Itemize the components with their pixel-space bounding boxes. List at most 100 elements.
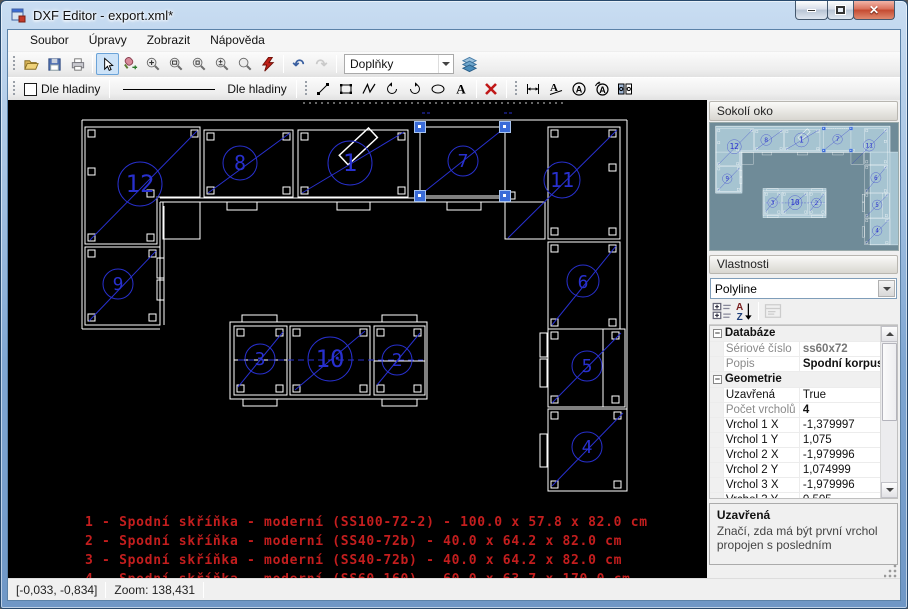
property-value[interactable]: 0,505 [800, 494, 880, 500]
property-value[interactable]: ss60x72 [800, 343, 880, 355]
cabinet-11-label[interactable]: 11 [550, 168, 574, 192]
pan-tool-button[interactable] [119, 53, 142, 75]
cabinet-4-label[interactable]: 4 [582, 437, 593, 458]
property-value[interactable]: -1,379997 [800, 419, 880, 431]
property-value[interactable]: Spodní korpus [800, 358, 880, 370]
print-button[interactable] [66, 53, 89, 75]
scroll-up-button[interactable] [881, 326, 898, 342]
cabinet-7-label[interactable]: 7 [458, 151, 469, 172]
color-bylayer-checkbox[interactable] [24, 83, 37, 96]
property-row[interactable]: UzavřenáTrue [710, 388, 880, 403]
status-coordinates: [-0,033, -0,834] [8, 583, 105, 597]
cabinet-6-label[interactable]: 6 [578, 272, 589, 293]
property-row[interactable]: Vrchol 1 Y1,075 [710, 433, 880, 448]
property-category[interactable]: Databáze [710, 326, 880, 342]
property-row[interactable]: Vrchol 2 Y1,074999 [710, 463, 880, 478]
overview-map[interactable] [709, 122, 899, 250]
draw-line-button[interactable] [312, 78, 335, 100]
scroll-down-button[interactable] [881, 482, 898, 498]
property-value[interactable]: 4 [800, 404, 880, 416]
toolbar-grip[interactable] [12, 56, 17, 72]
zoom-window-button[interactable] [165, 53, 188, 75]
menu-zobrazit[interactable]: Zobrazit [137, 30, 200, 50]
printer-icon [69, 56, 86, 73]
menu-napoveda[interactable]: Nápověda [200, 30, 275, 50]
property-value[interactable]: -1,979996 [800, 479, 880, 491]
undo-button[interactable]: ↶ [287, 53, 310, 75]
combo-arrow[interactable] [438, 55, 453, 73]
combo-arrow[interactable] [878, 280, 895, 297]
dimension-button[interactable] [522, 78, 545, 100]
save-button[interactable] [43, 53, 66, 75]
addons-combobox[interactable]: Doplňky [344, 54, 454, 74]
legend-line-3[interactable]: 3 - Spodní skříňka - moderní (SS40-72b) … [85, 553, 622, 568]
cabinet-12-label[interactable]: 12 [126, 170, 155, 198]
toolbar-grip[interactable] [12, 81, 17, 97]
draw-ellipse-button[interactable] [427, 78, 450, 100]
cabinet-3-label[interactable]: 3 [255, 349, 266, 370]
menu-soubor[interactable]: Soubor [20, 30, 79, 50]
object-type-combobox[interactable]: Polyline [710, 278, 897, 299]
cabinet-10-label[interactable]: 10 [316, 345, 345, 373]
find-annotation-button[interactable]: A [568, 78, 591, 100]
mirror-button[interactable] [614, 78, 637, 100]
legend-line-4[interactable]: 4 - Spodní skříňka - moderní (SS60-160) … [85, 572, 631, 578]
select-tool-button[interactable] [96, 53, 119, 75]
property-row[interactable]: PopisSpodní korpus [710, 357, 880, 372]
property-row[interactable]: Počet vrcholů4 [710, 403, 880, 418]
property-row[interactable]: Vrchol 2 X-1,979996 [710, 448, 880, 463]
text-along-line-button[interactable]: A [545, 78, 568, 100]
maximize-button[interactable] [827, 1, 854, 20]
cursor-icon [99, 56, 116, 73]
property-grid-scrollbar[interactable] [880, 326, 897, 499]
layers-button[interactable] [458, 53, 481, 75]
minimize-button[interactable] [795, 1, 828, 20]
property-value[interactable]: -1,979996 [800, 449, 880, 461]
regen-button[interactable] [257, 53, 280, 75]
zoom-in-out-button[interactable] [211, 53, 234, 75]
legend-line-2[interactable]: 2 - Spodní skříňka - moderní (SS40-72b) … [85, 534, 622, 549]
zoom-button[interactable] [234, 53, 257, 75]
linetype-sample[interactable] [123, 89, 215, 90]
zoom-extents-button[interactable] [142, 53, 165, 75]
property-row[interactable]: Vrchol 1 X-1,379997 [710, 418, 880, 433]
alphabetical-sort-button[interactable]: A Z [733, 300, 755, 322]
property-description-box: Uzavřená Značí, zda má být první vrchol … [709, 503, 898, 564]
collapse-icon[interactable] [713, 329, 722, 338]
zoom-selected-button[interactable] [188, 53, 211, 75]
draw-arc-cw-button[interactable] [404, 78, 427, 100]
property-row[interactable]: Vrchol 3 X-1,979996 [710, 478, 880, 493]
close-button[interactable]: ✕ [853, 1, 895, 20]
rotate-annotation-button[interactable]: A [591, 78, 614, 100]
property-grid[interactable]: Databáze Sériové čísloss60x72 PopisSpodn… [709, 325, 898, 500]
property-row[interactable]: Sériové čísloss60x72 [710, 342, 880, 357]
property-category[interactable]: Geometrie [710, 372, 880, 388]
legend-line-1[interactable]: 1 - Spodní skříňka - moderní (SS100-72-2… [85, 515, 648, 530]
property-value[interactable]: True [800, 389, 880, 401]
drawing-canvas[interactable]: 12 8 1 7 11 9 6 5 4 3 10 2 [8, 100, 707, 578]
property-value[interactable]: 1,074999 [800, 464, 880, 476]
format-toolbar: Dle hladiny Dle hladiny [8, 77, 900, 101]
menu-upravy[interactable]: Úpravy [79, 30, 137, 50]
scrollbar-thumb[interactable] [882, 343, 897, 421]
categorized-view-button[interactable] [711, 300, 733, 322]
draw-polyline-button[interactable] [358, 78, 381, 100]
toolbar-grip[interactable] [514, 81, 519, 97]
cabinet-9-label[interactable]: 9 [113, 274, 124, 295]
cabinet-1-label[interactable]: 1 [343, 149, 357, 177]
draw-rectangle-button[interactable] [335, 78, 358, 100]
zoom-window-icon [168, 56, 185, 73]
cabinet-5-label[interactable]: 5 [582, 356, 593, 377]
color-bylayer-label: Dle hladiny [41, 82, 100, 96]
delete-button[interactable] [480, 78, 503, 100]
resize-grip[interactable] [884, 565, 898, 579]
collapse-icon[interactable] [713, 375, 722, 384]
cabinet-2-label[interactable]: 2 [392, 350, 403, 371]
toolbar-grip[interactable] [304, 81, 309, 97]
open-button[interactable] [20, 53, 43, 75]
property-row[interactable]: Vrchol 3 Y0,505 [710, 493, 880, 500]
draw-arc-ccw-button[interactable] [381, 78, 404, 100]
property-value[interactable]: 1,075 [800, 434, 880, 446]
cabinet-8-label[interactable]: 8 [234, 151, 246, 175]
draw-text-button[interactable]: A [450, 78, 473, 100]
